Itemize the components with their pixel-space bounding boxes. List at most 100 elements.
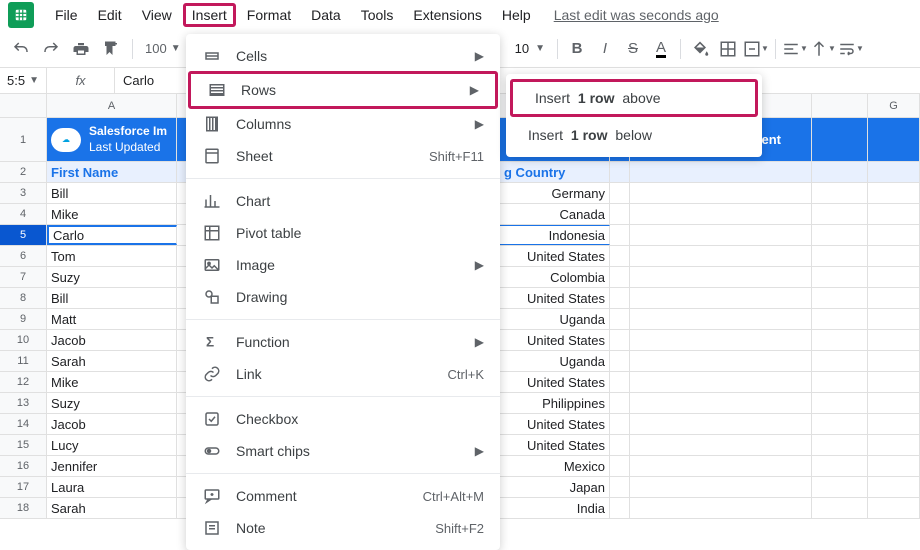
cell[interactable]: Bill: [47, 183, 177, 203]
header-cell[interactable]: First Name: [47, 162, 177, 182]
name-box[interactable]: 5:5▼: [0, 68, 47, 93]
submenu-item[interactable]: Insert 1 row above: [510, 79, 758, 117]
cell[interactable]: Lucy: [47, 435, 177, 455]
cell[interactable]: [868, 372, 920, 392]
cell[interactable]: [630, 225, 812, 245]
bold-icon[interactable]: B: [564, 36, 590, 62]
italic-icon[interactable]: I: [592, 36, 618, 62]
column-header[interactable]: G: [868, 94, 920, 117]
cell[interactable]: [868, 225, 920, 245]
row-header[interactable]: 15: [0, 435, 47, 455]
cell[interactable]: Jacob: [47, 414, 177, 434]
cell[interactable]: [812, 162, 868, 182]
cell[interactable]: [868, 246, 920, 266]
cell[interactable]: [630, 246, 812, 266]
row-header[interactable]: 12: [0, 372, 47, 392]
menu-edit[interactable]: Edit: [89, 3, 131, 27]
row-header[interactable]: 3: [0, 183, 47, 203]
cell[interactable]: [610, 477, 630, 497]
insert-menu-dropdown[interactable]: Cells▶Rows▶Columns▶SheetShift+F11ChartPi…: [186, 34, 500, 550]
cell[interactable]: [610, 456, 630, 476]
column-header[interactable]: A: [47, 94, 177, 117]
cell[interactable]: [630, 351, 812, 371]
cell[interactable]: Sarah: [47, 498, 177, 518]
row-header[interactable]: 1: [0, 118, 47, 161]
cell[interactable]: Mike: [47, 204, 177, 224]
cell[interactable]: [610, 309, 630, 329]
cell[interactable]: [630, 393, 812, 413]
cell[interactable]: Bill: [47, 288, 177, 308]
cell[interactable]: Mike: [47, 372, 177, 392]
banner-cell[interactable]: ☁ Salesforce ImLast Updated: [47, 118, 177, 161]
cell[interactable]: [868, 309, 920, 329]
font-size-selector[interactable]: 10▼: [509, 41, 551, 56]
menu-item-chart[interactable]: Chart: [186, 185, 500, 217]
cell[interactable]: [610, 183, 630, 203]
text-color-icon[interactable]: A: [648, 36, 674, 62]
undo-icon[interactable]: [8, 36, 34, 62]
cell[interactable]: United States: [500, 414, 610, 434]
cell[interactable]: Laura: [47, 477, 177, 497]
cell[interactable]: [868, 498, 920, 518]
menu-insert[interactable]: Insert: [183, 3, 236, 27]
cell[interactable]: [630, 204, 812, 224]
row-header[interactable]: 16: [0, 456, 47, 476]
menu-item-smart-chips[interactable]: Smart chips▶: [186, 435, 500, 467]
rows-submenu[interactable]: Insert 1 row aboveInsert 1 row below: [506, 74, 762, 157]
cell[interactable]: [812, 372, 868, 392]
cell[interactable]: [610, 435, 630, 455]
row-header[interactable]: 9: [0, 309, 47, 329]
cell[interactable]: Canada: [500, 204, 610, 224]
last-edit-link[interactable]: Last edit was seconds ago: [554, 7, 719, 23]
cell[interactable]: [812, 477, 868, 497]
cell[interactable]: [610, 225, 630, 245]
menu-tools[interactable]: Tools: [352, 3, 403, 27]
cell[interactable]: Jacob: [47, 330, 177, 350]
menu-item-function[interactable]: ΣFunction▶: [186, 326, 500, 358]
cell[interactable]: [630, 267, 812, 287]
menu-item-sheet[interactable]: SheetShift+F11: [186, 140, 500, 172]
menu-item-image[interactable]: Image▶: [186, 249, 500, 281]
cell[interactable]: Indonesia: [500, 225, 610, 245]
cell[interactable]: [868, 162, 920, 182]
print-icon[interactable]: [68, 36, 94, 62]
cell[interactable]: [868, 435, 920, 455]
cell[interactable]: United States: [500, 330, 610, 350]
menu-help[interactable]: Help: [493, 3, 540, 27]
cell[interactable]: [868, 477, 920, 497]
cell[interactable]: [812, 351, 868, 371]
cell[interactable]: [868, 456, 920, 476]
cell[interactable]: Philippines: [500, 393, 610, 413]
cell[interactable]: [610, 267, 630, 287]
menu-data[interactable]: Data: [302, 3, 350, 27]
merge-cells-icon[interactable]: ▼: [743, 36, 769, 62]
submenu-item[interactable]: Insert 1 row below: [506, 119, 762, 151]
cell[interactable]: [868, 204, 920, 224]
row-header[interactable]: 7: [0, 267, 47, 287]
cell[interactable]: [812, 393, 868, 413]
cell[interactable]: [630, 435, 812, 455]
cell[interactable]: [812, 498, 868, 518]
cell[interactable]: Japan: [500, 477, 610, 497]
cell[interactable]: [610, 351, 630, 371]
cell[interactable]: [868, 330, 920, 350]
cell[interactable]: Suzy: [47, 393, 177, 413]
cell[interactable]: [610, 162, 630, 182]
vertical-align-icon[interactable]: ▼: [810, 36, 836, 62]
row-header[interactable]: 4: [0, 204, 47, 224]
text-wrap-icon[interactable]: ▼: [838, 36, 864, 62]
row-header[interactable]: 6: [0, 246, 47, 266]
cell[interactable]: [812, 414, 868, 434]
select-all-corner[interactable]: [0, 94, 47, 117]
row-header[interactable]: 13: [0, 393, 47, 413]
cell[interactable]: Suzy: [47, 267, 177, 287]
menu-format[interactable]: Format: [238, 3, 300, 27]
cell[interactable]: [812, 456, 868, 476]
row-header[interactable]: 10: [0, 330, 47, 350]
row-header[interactable]: 11: [0, 351, 47, 371]
cell[interactable]: Carlo: [47, 225, 177, 245]
row-header[interactable]: 5: [0, 225, 47, 245]
cell[interactable]: [812, 204, 868, 224]
row-header[interactable]: 18: [0, 498, 47, 518]
cell[interactable]: United States: [500, 246, 610, 266]
